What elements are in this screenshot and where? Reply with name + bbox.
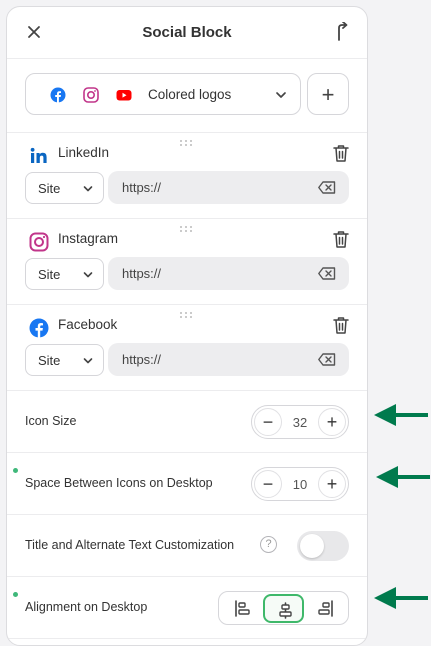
help-icon[interactable]: ? bbox=[260, 536, 277, 553]
decrement-button[interactable]: − bbox=[254, 470, 282, 498]
annotation-arrow-icon bbox=[374, 587, 428, 609]
site-select[interactable]: Site bbox=[25, 258, 104, 290]
chevron-down-icon bbox=[276, 92, 286, 98]
move-up-icon[interactable] bbox=[333, 22, 351, 42]
spacing-setting: Space Between Icons on Desktop − 10 + bbox=[7, 453, 367, 515]
spacing-stepper: − 10 + bbox=[251, 467, 349, 501]
url-value: https:// bbox=[122, 352, 162, 367]
align-center-icon bbox=[279, 602, 292, 619]
youtube-logo-icon bbox=[116, 90, 132, 101]
logo-style-select[interactable]: Colored logos bbox=[25, 73, 301, 115]
linkedin-icon bbox=[30, 147, 47, 163]
trash-icon[interactable] bbox=[333, 144, 349, 162]
panel-title: Social Block bbox=[142, 24, 232, 41]
title-customization-setting: Title and Alternate Text Customization ? bbox=[7, 515, 367, 577]
url-value: https:// bbox=[122, 266, 162, 281]
trash-icon[interactable] bbox=[333, 316, 349, 334]
network-name: Instagram bbox=[58, 231, 119, 246]
site-select-label: Site bbox=[38, 353, 61, 368]
icon-size-setting: Icon Size − 32 + bbox=[7, 391, 367, 453]
annotation-arrow-icon bbox=[376, 466, 430, 488]
url-input[interactable]: https:// bbox=[108, 171, 349, 204]
social-block-panel: Social Block Colored logos + LinkedIn Si… bbox=[6, 6, 368, 646]
url-input[interactable]: https:// bbox=[108, 257, 349, 290]
toggle-knob bbox=[300, 534, 324, 558]
chevron-down-icon bbox=[83, 186, 93, 192]
social-item-facebook: Facebook Site https:// bbox=[7, 305, 367, 391]
spacing-label: Space Between Icons on Desktop bbox=[25, 476, 213, 490]
align-right-button[interactable] bbox=[305, 594, 346, 623]
facebook-icon bbox=[29, 318, 49, 338]
align-right-icon bbox=[318, 600, 333, 617]
icon-size-stepper: − 32 + bbox=[251, 405, 349, 439]
social-item-linkedin: LinkedIn Site https:// bbox=[7, 133, 367, 219]
align-left-icon bbox=[235, 600, 250, 617]
title-customization-toggle[interactable] bbox=[297, 531, 349, 561]
align-center-button[interactable] bbox=[263, 594, 304, 623]
site-select[interactable]: Site bbox=[25, 344, 104, 376]
clear-input-icon[interactable] bbox=[318, 267, 336, 280]
increment-button[interactable]: + bbox=[318, 408, 346, 436]
plus-icon: + bbox=[321, 82, 335, 107]
title-customization-label: Title and Alternate Text Customization bbox=[25, 538, 235, 552]
drag-handle-icon[interactable] bbox=[179, 225, 193, 233]
site-select[interactable]: Site bbox=[25, 172, 104, 204]
chevron-down-icon bbox=[83, 358, 93, 364]
increment-button[interactable]: + bbox=[318, 470, 346, 498]
chevron-down-icon bbox=[83, 272, 93, 278]
drag-handle-icon[interactable] bbox=[179, 139, 193, 147]
annotation-arrow-icon bbox=[374, 404, 428, 426]
decrement-button[interactable]: − bbox=[254, 408, 282, 436]
social-item-instagram: Instagram Site https:// bbox=[7, 219, 367, 305]
modified-indicator bbox=[13, 592, 18, 597]
url-value: https:// bbox=[122, 180, 162, 195]
site-select-label: Site bbox=[38, 181, 61, 196]
icon-size-value: 32 bbox=[292, 415, 308, 430]
facebook-logo-icon bbox=[50, 87, 66, 103]
logo-style-label: Colored logos bbox=[148, 87, 232, 102]
align-left-button[interactable] bbox=[222, 594, 263, 623]
icon-size-label: Icon Size bbox=[25, 414, 77, 428]
spacing-value: 10 bbox=[292, 477, 308, 492]
alignment-segmented-control bbox=[218, 591, 349, 625]
panel-header: Social Block bbox=[7, 7, 367, 59]
network-name: Facebook bbox=[58, 317, 118, 332]
clear-input-icon[interactable] bbox=[318, 181, 336, 194]
drag-handle-icon[interactable] bbox=[179, 311, 193, 319]
alignment-label: Alignment on Desktop bbox=[25, 600, 148, 614]
style-row: Colored logos + bbox=[7, 59, 367, 133]
clear-input-icon[interactable] bbox=[318, 353, 336, 366]
trash-icon[interactable] bbox=[333, 230, 349, 248]
add-network-button[interactable]: + bbox=[307, 73, 349, 115]
alignment-setting: Alignment on Desktop bbox=[7, 577, 367, 639]
url-input[interactable]: https:// bbox=[108, 343, 349, 376]
site-select-label: Site bbox=[38, 267, 61, 282]
modified-indicator bbox=[13, 468, 18, 473]
network-name: LinkedIn bbox=[58, 145, 110, 160]
instagram-logo-icon bbox=[83, 87, 99, 103]
instagram-icon bbox=[29, 232, 49, 252]
